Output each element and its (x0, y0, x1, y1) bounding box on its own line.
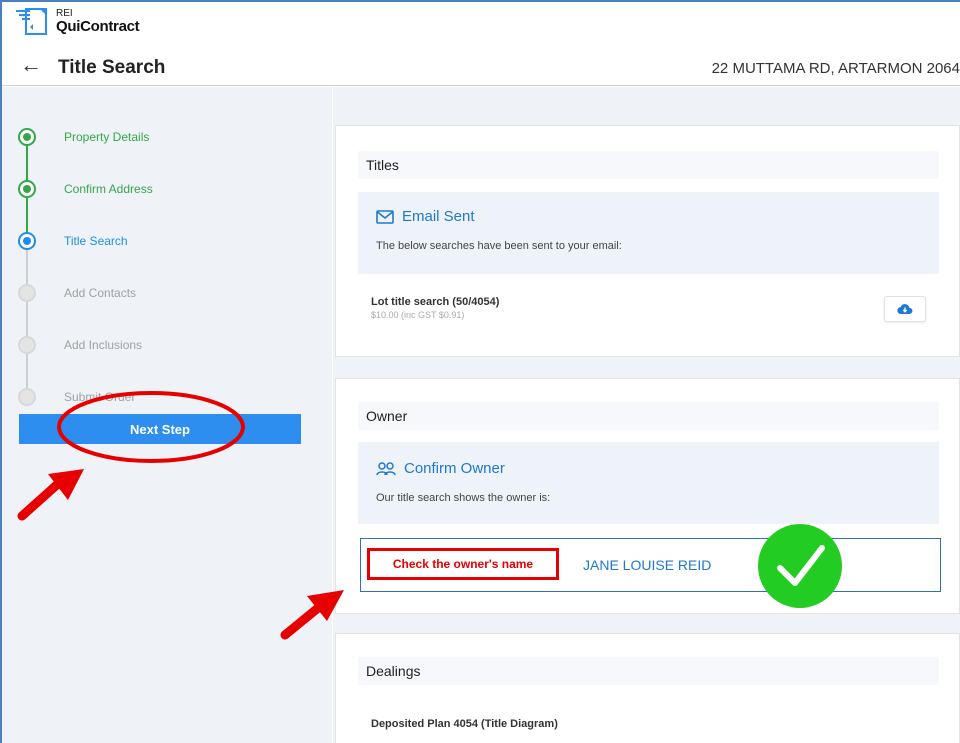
step-label: Title Search (64, 234, 128, 248)
next-step-button[interactable]: Next Step (19, 414, 301, 444)
lot-title-search-label: Lot title search (50/4054) (371, 296, 500, 308)
owner-name-box: Check the owner's name JANE LOUISE REID (360, 538, 941, 592)
property-address: 22 MUTTAMA RD, ARTARMON 2064 (711, 60, 960, 77)
back-arrow-icon[interactable]: ← (20, 54, 42, 76)
step-label: Confirm Address (64, 182, 153, 196)
lot-title-search-price: $10.00 (inc GST $0.91) (371, 310, 465, 320)
logo: REI QuiContract (14, 6, 140, 36)
deposited-plan-label: Deposited Plan 4054 (Title Diagram) (371, 718, 558, 730)
main-content: Titles Email Sent The below searches hav… (333, 87, 960, 743)
check-owner-annotation: Check the owner's name (367, 548, 559, 580)
step-confirm-address[interactable]: Confirm Address (18, 177, 153, 232)
step-label: Add Contacts (64, 286, 137, 300)
step-active-icon (18, 232, 36, 250)
step-pending-icon (18, 388, 36, 406)
envelope-icon (376, 209, 394, 224)
owner-heading: Owner (358, 402, 939, 430)
step-connector (26, 354, 28, 388)
step-add-inclusions[interactable]: Add Inclusions (18, 333, 153, 388)
step-list: Property Details Confirm Address Title S… (18, 125, 153, 437)
step-property-details[interactable]: Property Details (18, 125, 153, 180)
step-connector (26, 250, 28, 284)
dealings-heading: Dealings (358, 657, 939, 685)
page-title: Title Search (58, 57, 166, 78)
header: REI QuiContract ← Title Search 22 MUTTAM… (2, 2, 960, 86)
owner-name: JANE LOUISE REID (583, 557, 712, 573)
notice-title: Email Sent (402, 208, 475, 225)
sidebar: Property Details Confirm Address Title S… (2, 87, 332, 743)
notice-title: Confirm Owner (404, 460, 505, 477)
notice-subtext: Our title search shows the owner is: (376, 492, 551, 504)
step-label: Property Details (64, 130, 150, 144)
step-title-search[interactable]: Title Search (18, 229, 153, 284)
step-complete-icon (18, 128, 36, 146)
logo-small-text: REI (56, 7, 73, 19)
titles-heading: Titles (358, 151, 939, 179)
step-label: Add Inclusions (64, 338, 143, 352)
download-button[interactable] (884, 296, 926, 322)
owner-card: Owner Confirm Owner Our title search sho… (335, 378, 960, 614)
logo-brand-text: QuiContract (56, 17, 140, 35)
cloud-download-icon (897, 304, 913, 315)
step-connector (26, 302, 28, 336)
step-add-contacts[interactable]: Add Contacts (18, 281, 153, 336)
step-pending-icon (18, 336, 36, 354)
email-sent-notice: Email Sent The below searches have been … (358, 192, 939, 274)
step-complete-icon (18, 180, 36, 198)
titles-card: Titles Email Sent The below searches hav… (335, 125, 960, 357)
confirm-owner-notice: Confirm Owner Our title search shows the… (358, 442, 939, 524)
document-logo-icon (14, 6, 54, 36)
step-connector (26, 198, 28, 232)
step-connector (26, 146, 28, 180)
dealings-card: Dealings Deposited Plan 4054 (Title Diag… (335, 633, 960, 743)
users-icon (376, 461, 396, 475)
step-pending-icon (18, 284, 36, 302)
notice-subtext: The below searches have been sent to you… (376, 240, 622, 252)
step-label: Submit Order (64, 390, 136, 404)
